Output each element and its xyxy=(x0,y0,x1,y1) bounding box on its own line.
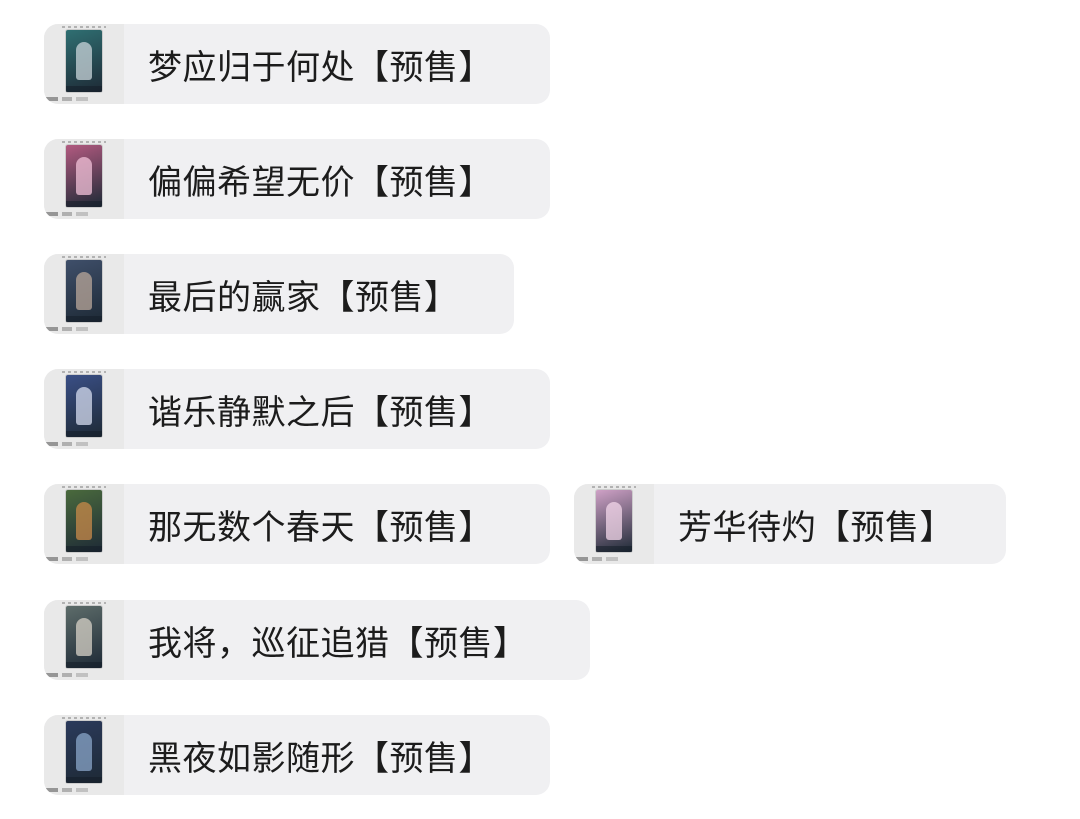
product-title: 那无数个春天【预售】 xyxy=(148,507,493,548)
product-chip-3[interactable]: 最后的赢家【预售】 xyxy=(44,254,514,334)
product-title: 我将，巡征追猎【预售】 xyxy=(148,623,528,664)
product-thumbnail xyxy=(44,715,124,795)
product-chip-8[interactable]: 黑夜如影随形【预售】 xyxy=(44,715,550,795)
product-thumbnail xyxy=(44,254,124,334)
product-thumbnail xyxy=(44,484,124,564)
product-chip-5[interactable]: 那无数个春天【预售】 xyxy=(44,484,550,564)
product-thumbnail xyxy=(574,484,654,564)
product-chip-list: 梦应归于何处【预售】 偏偏希望无价【预售】 最后的赢家【预售】 谐乐静默之后【预… xyxy=(0,0,1080,819)
product-thumbnail xyxy=(44,369,124,449)
product-chip-1[interactable]: 梦应归于何处【预售】 xyxy=(44,24,550,104)
product-thumbnail xyxy=(44,139,124,219)
product-title: 最后的赢家【预售】 xyxy=(148,277,459,318)
product-title: 偏偏希望无价【预售】 xyxy=(148,162,493,203)
product-thumbnail xyxy=(44,600,124,680)
product-chip-4[interactable]: 谐乐静默之后【预售】 xyxy=(44,369,550,449)
product-thumbnail xyxy=(44,24,124,104)
product-title: 谐乐静默之后【预售】 xyxy=(148,392,493,433)
product-title: 黑夜如影随形【预售】 xyxy=(148,738,493,779)
product-chip-7[interactable]: 我将，巡征追猎【预售】 xyxy=(44,600,590,680)
product-title: 芳华待灼【预售】 xyxy=(678,507,954,548)
product-chip-6[interactable]: 芳华待灼【预售】 xyxy=(574,484,1006,564)
product-title: 梦应归于何处【预售】 xyxy=(148,47,493,88)
product-chip-2[interactable]: 偏偏希望无价【预售】 xyxy=(44,139,550,219)
